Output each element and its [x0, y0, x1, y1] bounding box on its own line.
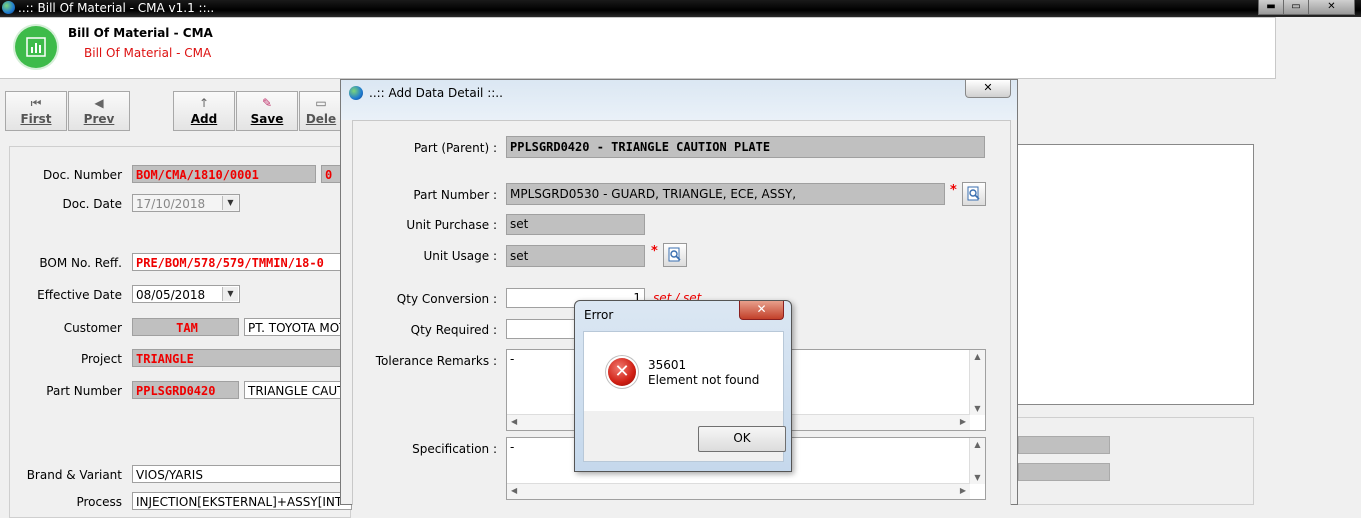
doc-number-field[interactable]: BOM/CMA/1810/0001: [132, 165, 316, 183]
unit-purchase-field: set: [506, 214, 645, 235]
main-titlebar: ..:: Bill Of Material - CMA v1.1 ::.. ▬ …: [0, 0, 1361, 17]
customer-label: Customer: [63, 321, 122, 335]
bom-reff-label: BOM No. Reff.: [39, 256, 122, 270]
delete-label: Dele: [305, 112, 337, 126]
globe-icon: [2, 1, 15, 14]
window-title: ..:: Bill Of Material - CMA v1.1 ::..: [18, 1, 215, 15]
chevron-down-icon: ▼: [222, 196, 238, 210]
first-icon: ⏮: [30, 96, 42, 110]
dialog-part-number-label: Part Number :: [413, 188, 497, 202]
dialog-title: ..:: Add Data Detail ::..: [369, 86, 503, 100]
unit-purchase-label: Unit Purchase :: [406, 218, 497, 232]
required-mark: *: [950, 183, 957, 198]
first-label: First: [20, 112, 52, 126]
summary-field-1: [1018, 436, 1110, 454]
add-label: Add: [190, 112, 218, 126]
error-code: 35601: [648, 358, 687, 372]
part-parent-field: PPLSGRD0420 - TRIANGLE CAUTION PLATE: [506, 136, 985, 158]
project-label: Project: [80, 352, 122, 366]
doc-date-value: 17/10/2018: [136, 197, 206, 211]
dialog-part-number-field[interactable]: MPLSGRD0530 - GUARD, TRIANGLE, ECE, ASSY…: [506, 183, 945, 205]
ok-button[interactable]: OK: [698, 426, 786, 452]
process-label: Process: [76, 495, 122, 509]
search-document-icon: [967, 186, 980, 201]
required-mark: *: [651, 244, 658, 259]
bar-chart-icon: [15, 26, 57, 68]
search-document-icon: [668, 247, 681, 262]
vertical-scrollbar[interactable]: ▲ ▼: [969, 350, 985, 415]
error-dialog: Error ✕ ✕ 35601 Element not found OK: [574, 300, 792, 472]
app-name: Bill Of Material - CMA: [68, 26, 213, 40]
close-button[interactable]: ✕: [1308, 0, 1355, 15]
unit-usage-label: Unit Usage :: [423, 249, 498, 263]
specification-value: -: [510, 440, 515, 454]
qty-required-label: Qty Required :: [410, 323, 497, 337]
horizontal-scrollbar[interactable]: ◀ ▶: [507, 483, 970, 499]
effective-date-value: 08/05/2018: [136, 288, 206, 302]
process-field[interactable]: INJECTION[EKSTERNAL]+ASSY[INT: [132, 492, 352, 510]
tolerance-value: -: [510, 352, 515, 366]
vertical-scrollbar[interactable]: ▲ ▼: [969, 438, 985, 484]
save-button[interactable]: ✎ Save: [236, 91, 298, 131]
brand-field[interactable]: VIOS/YARIS: [132, 465, 352, 483]
doc-date-label: Doc. Date: [62, 197, 123, 211]
part-parent-label: Part (Parent) :: [413, 141, 497, 155]
delete-button[interactable]: ▭ Dele: [299, 91, 343, 131]
error-close-button[interactable]: ✕: [739, 301, 784, 320]
customer-name-field: PT. TOYOTA MOT: [244, 318, 352, 336]
qty-conversion-label: Qty Conversion :: [396, 292, 497, 306]
error-footer: OK: [583, 411, 786, 462]
error-title: Error: [584, 308, 614, 322]
add-button[interactable]: ↑ Add: [173, 91, 235, 131]
error-body: ✕ 35601 Element not found: [583, 331, 784, 413]
part-number-label: Part Number: [46, 384, 122, 398]
detail-list-box[interactable]: [1017, 144, 1254, 405]
prev-button[interactable]: ◀ Prev: [68, 91, 130, 131]
specification-label: Specification :: [412, 442, 497, 456]
minimize-button[interactable]: ▬: [1258, 0, 1284, 15]
project-field[interactable]: TRIANGLE: [132, 349, 352, 367]
add-icon: ↑: [198, 96, 210, 110]
error-icon: ✕: [608, 358, 636, 386]
part-name-field: TRIANGLE CAUTI: [244, 381, 352, 399]
brand-label: Brand & Variant: [26, 468, 122, 482]
part-number-lookup-button[interactable]: [962, 182, 986, 206]
globe-icon: [349, 86, 363, 100]
customer-code-field[interactable]: TAM: [132, 318, 239, 336]
main-form-panel: Doc. Number BOM/CMA/1810/0001 0 Doc. Dat…: [9, 146, 352, 518]
maximize-button[interactable]: ▭: [1283, 0, 1309, 15]
summary-field-2: [1018, 463, 1110, 481]
unit-usage-field[interactable]: set: [506, 245, 645, 267]
save-label: Save: [250, 112, 284, 126]
dialog-close-button[interactable]: ✕: [965, 80, 1011, 98]
effective-date-field[interactable]: 08/05/2018 ▼: [132, 285, 240, 303]
prev-label: Prev: [83, 112, 115, 126]
part-number-field[interactable]: PPLSGRD0420: [132, 381, 239, 399]
effective-date-label: Effective Date: [37, 288, 122, 302]
doc-date-field: 17/10/2018 ▼: [132, 194, 240, 212]
app-subtitle: Bill Of Material - CMA: [84, 46, 212, 60]
chevron-down-icon[interactable]: ▼: [222, 287, 238, 301]
delete-icon: ▭: [315, 96, 327, 110]
error-message: Element not found: [648, 373, 760, 387]
save-icon: ✎: [261, 96, 273, 110]
prev-icon: ◀: [94, 96, 104, 110]
right-summary-panel: [1017, 417, 1254, 505]
doc-number-label: Doc. Number: [42, 168, 122, 182]
first-button[interactable]: ⏮ First: [5, 91, 67, 131]
unit-usage-lookup-button[interactable]: [663, 243, 687, 267]
tolerance-label: Tolerance Remarks :: [375, 354, 497, 368]
bom-reff-field[interactable]: PRE/BOM/578/579/TMMIN/18-0: [132, 253, 352, 271]
